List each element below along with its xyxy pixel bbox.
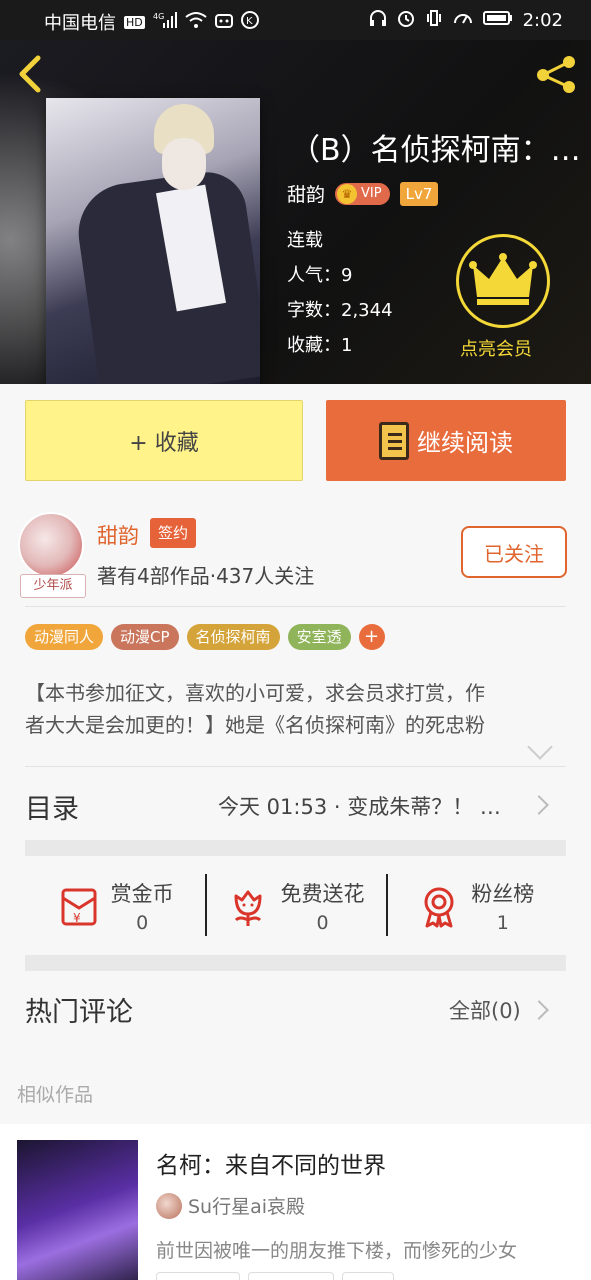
all-comments-link[interactable]: 全部(0) [449,995,521,1025]
alarm-icon [397,9,415,31]
similar-tag-chip [342,1272,394,1280]
status-bar-right: 2:02 [369,9,563,31]
favorites-label: 收藏： [287,335,341,356]
svg-text:¥: ¥ [73,911,81,925]
medal-icon [424,887,454,928]
table-of-contents-row[interactable]: 目录 今天 01:53 · 变成朱蒂？！ 第一章 [0,767,591,843]
status-bar: 中国电信 HD 4G K 2:02 [0,0,591,40]
latest-chapter: 今天 01:53 · 变成朱蒂？！ 第一章 [218,795,520,819]
wifi-icon [185,11,207,33]
tag-item[interactable]: 动漫同人 [25,624,104,650]
svg-text:K: K [246,16,253,27]
flower-icon [234,890,262,926]
tag-item[interactable]: 安室透 [287,624,351,650]
add-tag-icon[interactable]: + [358,624,385,650]
book-cover-image[interactable] [46,98,260,384]
popularity-row: 人气：9 [287,261,352,287]
vip-label: VIP [361,186,382,201]
cover-figure-face [162,138,206,190]
book-description[interactable]: 【本书参加征文，喜欢的小可爱，求会员求打赏，作 者大大是会加更的！】她是《名侦探… [25,677,565,741]
tag-item[interactable]: 名侦探柯南 [186,624,280,650]
add-favorite-button[interactable]: + 收藏 [25,400,303,481]
section-separator [25,840,566,856]
send-flower-button[interactable]: 免费送花 0 [205,858,385,954]
author-avatar [156,1192,182,1219]
toc-title: 目录 [25,794,79,825]
svg-text:4G: 4G [153,12,164,21]
section-separator [25,955,566,971]
divider [25,606,566,607]
share-icon[interactable] [533,54,579,94]
stat-value: 0 [316,912,329,934]
continue-reading-label: 继续阅读 [417,429,513,457]
status-bar-left: 中国电信 HD 4G K [44,9,259,35]
vibrate-icon [425,9,443,31]
stat-label: 赏金币 [110,882,174,906]
level-badge: Lv7 [399,181,439,206]
word-count-label: 字数： [287,300,341,321]
crown-icon [469,253,537,305]
k-app-icon: K [240,11,259,33]
similar-work-title: 名柯：来自不同的世界 [156,1153,386,1179]
hot-comments-title: 热门评论 [25,997,133,1028]
chevron-right-icon [529,795,549,815]
continue-reading-button[interactable]: 继续阅读 [326,400,566,481]
word-count-value: 2,344 [341,300,393,321]
similar-work-description: 前世因被唯一的朋友推下楼，而惨死的少女 [156,1240,518,1262]
similar-work-cover[interactable] [17,1140,138,1280]
stat-label: 粉丝榜 [471,882,535,906]
tv-icon [214,11,233,33]
similar-works-label: 相似作品 [17,1084,94,1106]
favorites-row: 收藏：1 [287,331,352,357]
reward-coins-button[interactable]: ¥ 赏金币 0 [25,858,205,954]
description-line: 【本书参加征文，喜欢的小可爱，求会员求打赏，作 [25,681,485,705]
battery-icon [482,10,513,30]
favorites-value: 1 [341,335,353,356]
book-author-name[interactable]: 甜韵 [287,180,325,207]
hd-icon: HD [124,15,145,29]
similar-tag-chip [156,1272,240,1280]
avatar-tag: 少年派 [20,574,86,598]
stat-value: 1 [496,912,509,934]
similar-author-name: Su行星ai哀殿 [188,1196,306,1218]
fan-ranking-button[interactable]: 粉丝榜 1 [385,858,566,954]
similar-work-card[interactable]: 名柯：来自不同的世界 Su行星ai哀殿 前世因被唯一的朋友推下楼，而惨死的少女 [0,1124,591,1280]
clock: 2:02 [522,9,563,31]
popularity-value: 9 [341,265,353,286]
red-envelope-icon: ¥ [61,888,97,926]
chevron-right-icon[interactable] [529,1000,549,1020]
signed-badge: 签约 [150,518,197,548]
popularity-label: 人气： [287,265,341,286]
similar-work-author: Su行星ai哀殿 [156,1192,305,1219]
stat-label: 免费送花 [280,882,365,906]
book-icon [379,421,409,460]
crown-icon: ♛ [337,183,358,204]
back-icon[interactable] [16,54,52,93]
carrier-name: 中国电信 [44,13,116,34]
stat-value: 0 [136,912,149,934]
vip-badge: ♛ VIP [335,182,390,205]
word-count-row: 字数：2,344 [287,296,393,322]
member-label[interactable]: 点亮会员 [460,335,532,361]
signal-icon: 4G [153,11,177,33]
description-line: 者大大是会加更的！】她是《名侦探柯南》的死忠粉 [25,713,485,737]
book-status: 连载 [287,230,323,251]
tag-item[interactable]: 动漫CP [111,624,179,650]
book-title: （B）名侦探柯南：安室透X朱蒂 [290,133,590,168]
author-stats: 著有4部作品·437人关注 [97,564,315,588]
member-crown-button[interactable] [456,234,550,328]
follow-button[interactable]: 已关注 [461,526,567,578]
book-author-row: 甜韵 ♛ VIP Lv7 [287,180,439,207]
book-header: （B）名侦探柯南：安室透X朱蒂 甜韵 ♛ VIP Lv7 连载 人气：9 字数：… [0,40,591,384]
author-name[interactable]: 甜韵 [97,520,139,550]
headphones-icon [369,9,387,31]
speed-icon [453,9,473,31]
reward-stats: ¥ 赏金币 0 免费送花 0 粉丝榜 1 [25,858,566,954]
author-avatar[interactable] [18,512,84,578]
tag-list: 动漫同人 动漫CP 名侦探柯南 安室透 + [25,624,385,650]
similar-tag-chip [248,1272,334,1280]
